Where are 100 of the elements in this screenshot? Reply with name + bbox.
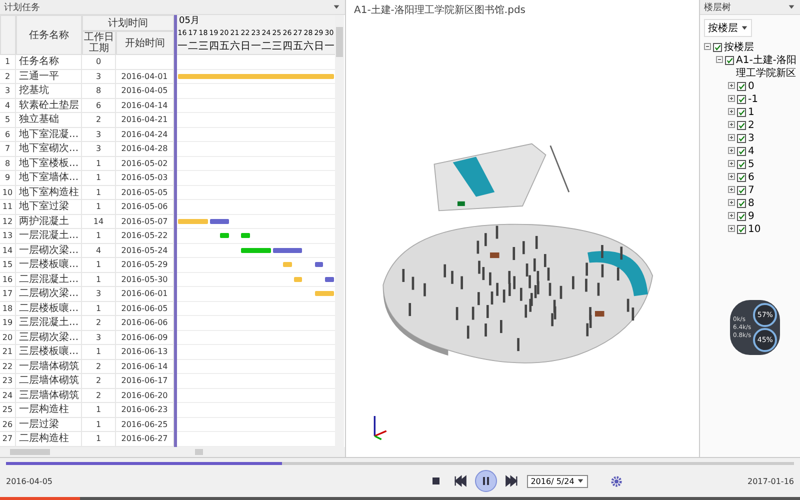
expand-icon[interactable]	[728, 95, 735, 102]
duration-cell: 6	[82, 98, 116, 112]
weekday-label: 日	[314, 41, 324, 54]
duration-cell: 2	[82, 388, 116, 402]
expand-icon[interactable]	[728, 199, 735, 206]
task-name: 三通一平	[16, 70, 82, 83]
task-name: 地下室楼板...	[16, 156, 82, 170]
expand-icon[interactable]	[728, 108, 735, 115]
gantt-bar[interactable]	[314, 261, 324, 268]
task-name: 地下室构造柱	[16, 186, 82, 199]
duration-cell: 1	[82, 345, 116, 358]
checkbox[interactable]	[737, 173, 746, 182]
tree-item[interactable]: 1	[748, 106, 754, 119]
tree-item[interactable]: 3	[748, 132, 754, 145]
checkbox[interactable]	[737, 147, 746, 156]
mode-dropdown[interactable]: 按楼层	[704, 19, 752, 37]
task-name: 一层过梁	[16, 418, 82, 431]
duration-cell: 1	[82, 403, 116, 416]
date-picker[interactable]: 2016/ 5/24	[526, 474, 588, 488]
checkbox[interactable]	[737, 95, 746, 104]
start-date: 2016-06-01	[121, 289, 168, 298]
tree-item[interactable]: 5	[748, 158, 754, 171]
tree-item[interactable]: 2	[748, 119, 754, 132]
pause-button[interactable]	[474, 470, 497, 492]
row-number: 6	[0, 128, 16, 141]
checkbox[interactable]	[737, 186, 746, 195]
duration-cell: 1	[82, 171, 116, 184]
checkbox[interactable]	[737, 199, 746, 208]
weekday-label: 二	[261, 40, 272, 54]
expand-icon[interactable]	[728, 121, 735, 128]
start-date: 2016-04-24	[121, 130, 168, 138]
task-name: 一层砌次梁...	[16, 244, 82, 257]
row-number: 7	[0, 142, 16, 156]
checkbox[interactable]	[737, 121, 746, 130]
start-date: 2016-06-09	[121, 332, 168, 342]
row-number: 8	[0, 156, 16, 170]
expand-icon[interactable]	[728, 82, 735, 89]
gantt-bar[interactable]	[324, 276, 334, 282]
checkbox[interactable]	[713, 43, 722, 52]
collapse-icon[interactable]	[704, 43, 711, 50]
tree-item[interactable]: 4	[748, 145, 754, 158]
duration-cell: 3	[82, 128, 116, 141]
weekday-label: 五	[219, 41, 230, 54]
expand-icon[interactable]	[728, 225, 735, 232]
column-header[interactable]: 任务名称	[16, 15, 82, 55]
scrollbar[interactable]	[335, 15, 344, 448]
timeline-track[interactable]	[6, 462, 794, 466]
start-date: 2016-06-27	[121, 434, 168, 443]
checkbox[interactable]	[737, 82, 746, 91]
duration-cell: 1	[82, 302, 116, 315]
checkbox[interactable]	[737, 212, 746, 221]
tree-item[interactable]: 10	[748, 223, 761, 236]
column-header[interactable]: 开始时间	[116, 31, 174, 55]
tree-item[interactable]: 0	[748, 80, 754, 93]
task-name: 一层楼板嚷...	[16, 258, 82, 272]
dropdown-icon[interactable]	[332, 3, 341, 11]
dropdown-icon[interactable]	[787, 3, 796, 11]
previous-icon	[452, 474, 467, 488]
row-number: 10	[0, 186, 16, 199]
tree-item[interactable]: 6	[748, 171, 754, 184]
duration-cell: 2	[82, 360, 116, 373]
task-name: 地下室混凝...	[16, 128, 82, 141]
row-number: 25	[0, 403, 16, 416]
tree-item[interactable]: -1	[748, 93, 758, 106]
gantt-bar[interactable]	[272, 246, 303, 254]
settings-icon[interactable]	[610, 474, 624, 488]
expand-icon[interactable]	[728, 212, 735, 219]
collapse-icon[interactable]	[716, 56, 723, 63]
expand-icon[interactable]	[728, 186, 735, 193]
row-number: 11	[0, 200, 16, 214]
tree-item[interactable]: A1-土建-洛阳理工学院新区	[736, 54, 798, 80]
checkbox[interactable]	[737, 160, 746, 169]
start-date: 2016-04-28	[121, 144, 168, 153]
row-number: 17	[0, 287, 16, 300]
expand-icon[interactable]	[728, 147, 735, 154]
start-date: 2016-06-13	[121, 347, 168, 356]
column-header[interactable]: 工作日工期	[82, 31, 116, 55]
checkbox[interactable]	[737, 225, 746, 234]
weekday-label: 三	[198, 40, 208, 54]
duration-cell: 1	[82, 186, 116, 199]
row-number: 5	[0, 113, 16, 126]
gantt-bar[interactable]	[208, 218, 230, 224]
weekday-label: 四	[282, 40, 292, 54]
start-date: 2016-05-07	[121, 216, 168, 226]
start-date: 2016-05-05	[121, 188, 168, 196]
row-number: 9	[0, 171, 16, 184]
progress-track[interactable]	[0, 497, 800, 500]
expand-icon[interactable]	[728, 134, 735, 141]
tree-item[interactable]: 8	[748, 197, 754, 210]
tree-item[interactable]: 按楼层	[724, 41, 754, 54]
expand-icon[interactable]	[728, 173, 735, 180]
tree-item[interactable]: 9	[748, 210, 754, 223]
checkbox[interactable]	[725, 56, 734, 65]
checkbox[interactable]	[737, 108, 746, 117]
tree-item[interactable]: 7	[748, 184, 754, 197]
next-icon	[504, 474, 519, 488]
task-name: 二层楼板嚷...	[16, 302, 82, 315]
checkbox[interactable]	[737, 134, 746, 143]
row-number: 24	[0, 388, 16, 402]
expand-icon[interactable]	[728, 160, 735, 167]
